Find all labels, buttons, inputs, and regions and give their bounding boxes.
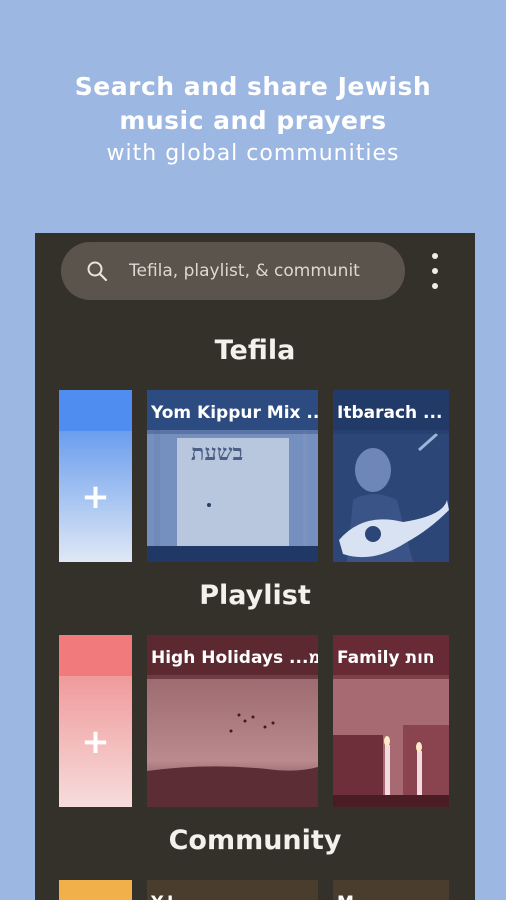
card-title: Yom Kippur Mix ... xyxy=(147,390,318,434)
card-title: High Holidays ...ימ xyxy=(147,635,318,679)
search-icon xyxy=(87,261,108,282)
add-playlist-button[interactable]: + xyxy=(59,635,132,807)
add-card-accent xyxy=(59,880,132,900)
community-card-1[interactable]: Y.I. ... xyxy=(147,880,318,900)
search-input[interactable] xyxy=(127,260,391,282)
playlist-card-high-holidays[interactable]: High Holidays ...ימ xyxy=(147,635,318,807)
add-card-accent xyxy=(59,635,132,676)
add-tefila-button[interactable]: + xyxy=(59,390,132,562)
section-title-community: Community xyxy=(168,825,342,856)
card-title: Itbarach ... xyxy=(333,390,449,434)
card-title: M... xyxy=(333,880,449,900)
card-title: Y.I. ... xyxy=(147,880,318,900)
add-card-body: + xyxy=(59,431,132,562)
headline-line-1: Search and share Jewish xyxy=(74,72,432,101)
community-card-2[interactable]: M... xyxy=(333,880,449,900)
section-title-tefila: Tefila xyxy=(214,335,296,366)
plus-icon: + xyxy=(81,476,110,517)
tefila-card-itbarach[interactable]: Itbarach ... xyxy=(333,390,449,562)
headline-line-2: music and prayers xyxy=(119,106,387,135)
add-community-button[interactable] xyxy=(59,880,132,900)
plus-icon: + xyxy=(81,721,110,762)
sign-text: בשעת xyxy=(191,440,244,466)
app-screen: Tefila + בשעת Yom Kippur Mix ... Itbar xyxy=(35,233,475,900)
card-artwork xyxy=(333,430,449,562)
tefila-card-yom-kippur[interactable]: בשעת Yom Kippur Mix ... xyxy=(147,390,318,562)
card-title: Family חות xyxy=(333,635,449,679)
headline: Search and share Jewish music and prayer… xyxy=(0,70,506,170)
search-bar[interactable] xyxy=(61,242,405,300)
card-artwork xyxy=(147,675,318,807)
more-options-icon[interactable] xyxy=(423,253,447,289)
section-title-playlist: Playlist xyxy=(199,580,311,611)
add-card-accent xyxy=(59,390,132,431)
playlist-card-family[interactable]: Family חות xyxy=(333,635,449,807)
headline-line-3: with global communities xyxy=(106,141,400,166)
add-card-body: + xyxy=(59,676,132,807)
card-artwork xyxy=(333,675,449,807)
